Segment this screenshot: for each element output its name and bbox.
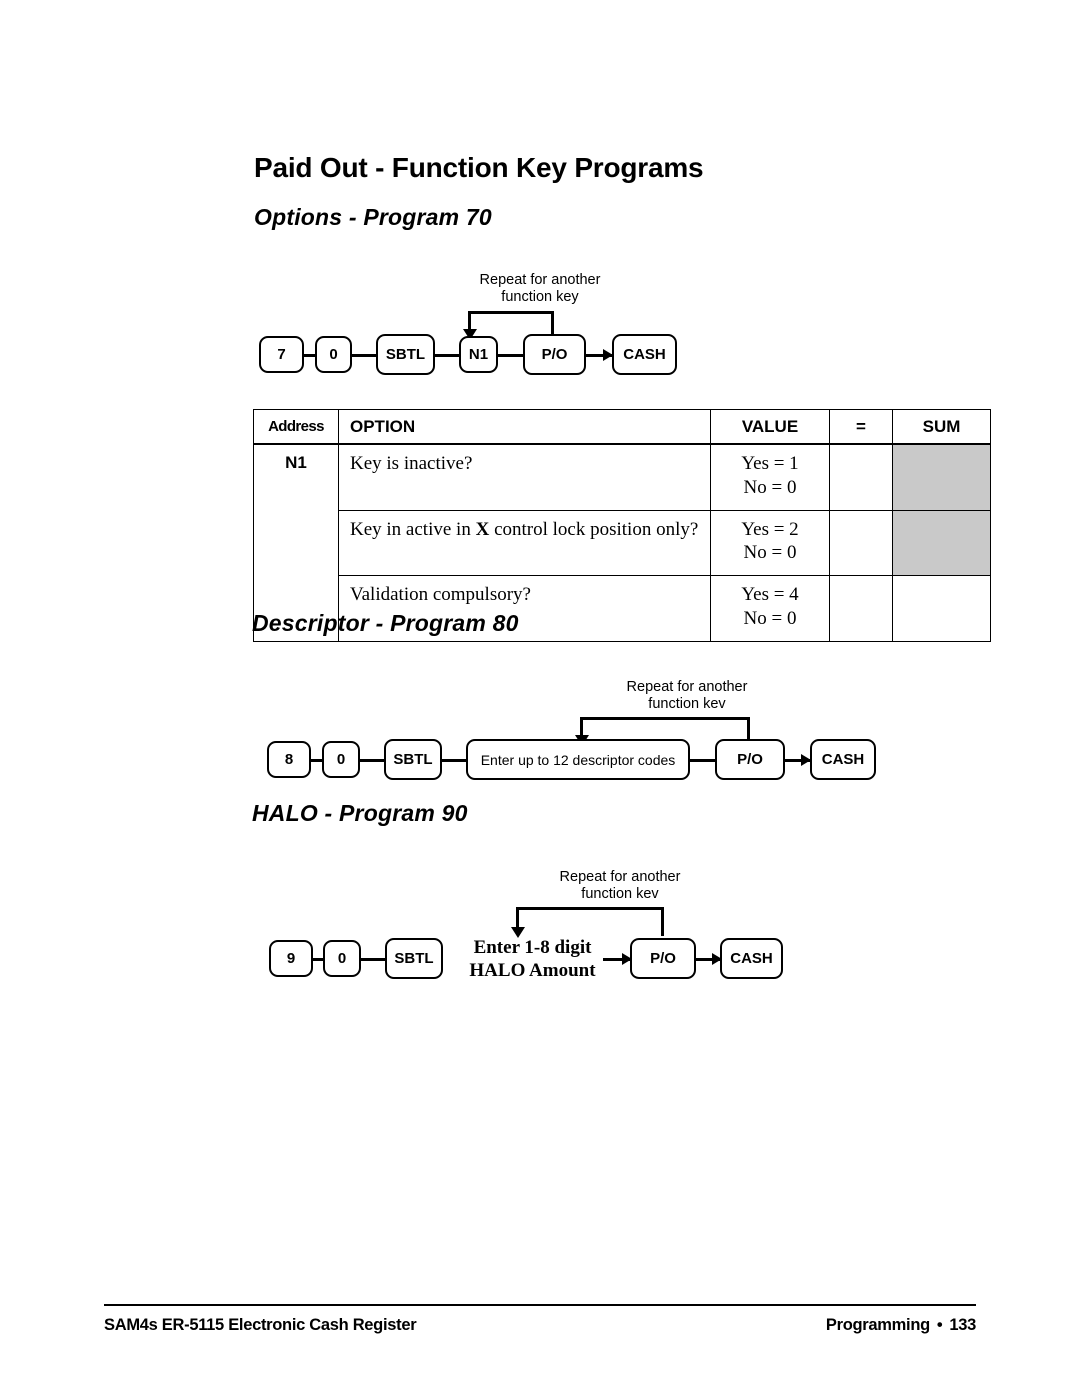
footer-product-name: SAM4s ER-5115 Electronic Cash Register: [104, 1316, 417, 1334]
flow-key-label: CASH: [730, 950, 773, 967]
loop-segment-right-halo: [661, 907, 664, 936]
flow-diagram-halo: Repeat for another function kev 9 0 SBTL…: [0, 0, 1080, 1000]
footer-page-number: 133: [949, 1316, 976, 1334]
flow-key-halo-3[interactable]: P/O: [630, 938, 696, 979]
flow-key-label: P/O: [650, 950, 676, 967]
halo-instruction-line-2: HALO Amount: [469, 960, 596, 982]
flow-key-halo-1[interactable]: 0: [323, 940, 361, 977]
footer-divider: [104, 1304, 976, 1307]
loop-segment-left-halo: [516, 907, 519, 929]
halo-instruction-line-1: Enter 1-8 digit: [473, 937, 592, 958]
flow-key-halo-2[interactable]: SBTL: [385, 938, 443, 979]
flow-key-label: SBTL: [394, 950, 434, 967]
loop-caption-line-2: function kev: [581, 886, 659, 903]
flow-key-halo-4[interactable]: CASH: [720, 938, 783, 979]
flow-key-label: 0: [337, 950, 347, 967]
document-page: Paid Out - Function Key Programs Options…: [0, 0, 1080, 1397]
connector-2-halo: [360, 958, 386, 961]
halo-amount-instruction: Enter 1-8 digit HALO Amount: [460, 936, 605, 982]
flow-key-halo-0[interactable]: 9: [269, 940, 313, 977]
loop-caption-halo: Repeat for another function kev: [535, 869, 705, 903]
footer-separator-bullet: •: [936, 1316, 943, 1334]
flow-key-label: 9: [286, 950, 296, 967]
footer-page-info: Programming • 133: [826, 1316, 976, 1335]
footer-chapter-label: Programming: [825, 1316, 930, 1334]
loop-caption-line-1: Repeat for another: [559, 869, 681, 885]
loop-segment-top-halo: [516, 907, 664, 910]
